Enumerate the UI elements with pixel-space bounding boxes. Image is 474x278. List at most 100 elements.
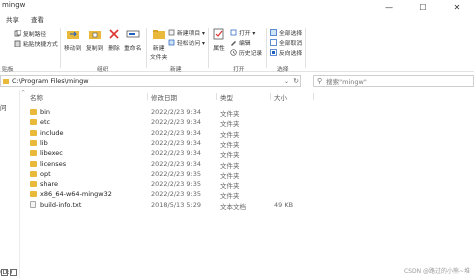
delete-icon bbox=[107, 28, 121, 40]
folder-icon bbox=[30, 119, 37, 126]
column-header-size[interactable]: 大小 bbox=[274, 92, 287, 102]
open-button[interactable]: 打开 ▾ bbox=[230, 28, 255, 37]
file-row[interactable]: lib 2022/2/23 9:34 文件夹 bbox=[21, 138, 321, 149]
file-name: share bbox=[40, 180, 59, 189]
new-folder-icon bbox=[152, 28, 166, 40]
file-type: 文本文档 bbox=[220, 202, 246, 211]
file-modified-date: 2022/2/23 9:34 bbox=[151, 108, 201, 116]
select-none-icon bbox=[270, 39, 277, 46]
column-divider[interactable] bbox=[313, 93, 314, 100]
group-label-open: 打开 bbox=[233, 67, 245, 73]
status-bar bbox=[0, 268, 474, 278]
group-label-select: 选择 bbox=[277, 67, 289, 73]
maximize-button[interactable]: ☐ bbox=[406, 0, 440, 14]
watermark-text: CSDN @路过的小熊~堆 bbox=[403, 268, 470, 275]
file-modified-date: 2022/2/23 9:35 bbox=[151, 169, 201, 178]
edit-icon bbox=[230, 39, 237, 46]
history-button[interactable]: 历史记录 bbox=[230, 48, 262, 57]
text-file-icon bbox=[30, 200, 36, 208]
properties-button[interactable]: 属性 bbox=[212, 28, 226, 52]
file-size: 49 KB bbox=[274, 200, 294, 209]
file-row[interactable]: opt 2022/2/23 9:35 文件夹 bbox=[21, 169, 321, 180]
refresh-icon[interactable]: ↻ bbox=[293, 77, 299, 85]
minimize-button[interactable]: — bbox=[372, 0, 406, 14]
column-divider[interactable] bbox=[216, 93, 217, 100]
column-header-modified[interactable]: 修改日期 bbox=[151, 92, 177, 102]
properties-icon bbox=[212, 28, 226, 40]
address-bar[interactable]: C:\Program Files\mingw ⌄ ↻ bbox=[0, 75, 301, 87]
paste-shortcut-button[interactable]: 粘贴快捷方式 bbox=[14, 39, 58, 48]
nav-item-quick-access[interactable]: 问 bbox=[0, 102, 7, 112]
copy-to-button[interactable]: 复制到 bbox=[86, 28, 103, 52]
file-name: include bbox=[40, 128, 64, 137]
file-row[interactable]: bin 2022/2/23 9:34 文件夹 bbox=[21, 107, 321, 118]
large-icons-view-icon[interactable] bbox=[10, 269, 17, 276]
ribbon-divider bbox=[208, 28, 209, 68]
column-divider[interactable] bbox=[147, 93, 148, 100]
navigation-pane: 问 (D:) bbox=[0, 90, 20, 278]
copy-to-icon bbox=[88, 28, 102, 40]
folder-icon bbox=[30, 170, 37, 177]
tab-view[interactable]: 查看 bbox=[25, 14, 50, 26]
file-row[interactable]: build-info.txt 2018/5/13 5:29 文本文档 49 KB bbox=[21, 200, 321, 211]
folder-icon bbox=[3, 78, 9, 84]
easy-access-icon bbox=[168, 39, 175, 46]
file-modified-date: 2022/2/23 9:34 bbox=[151, 118, 201, 127]
new-item-button[interactable]: 新建项目 ▾ bbox=[168, 28, 205, 37]
move-to-icon bbox=[66, 28, 80, 40]
copy-path-icon bbox=[14, 29, 22, 37]
history-icon bbox=[230, 49, 237, 56]
ribbon-divider bbox=[60, 28, 61, 68]
file-name: build-info.txt bbox=[40, 200, 82, 209]
select-none-button[interactable]: 全部取消 bbox=[270, 38, 302, 47]
tab-share[interactable]: 共享 bbox=[0, 14, 25, 26]
select-all-button[interactable]: 全部选择 bbox=[270, 28, 302, 37]
sort-caret-icon: ^ bbox=[21, 90, 26, 96]
file-name: bin bbox=[40, 108, 51, 116]
file-row[interactable]: libexec 2022/2/23 9:34 文件夹 bbox=[21, 148, 321, 159]
chevron-down-icon[interactable]: ⌄ bbox=[284, 78, 289, 85]
move-to-button[interactable]: 移动到 bbox=[64, 28, 81, 52]
column-divider[interactable] bbox=[270, 93, 271, 100]
file-modified-date: 2022/2/23 9:34 bbox=[151, 149, 201, 158]
folder-icon bbox=[30, 129, 37, 136]
rename-button[interactable]: 重命名 bbox=[124, 28, 141, 52]
copy-path-button[interactable]: 复制路径 bbox=[14, 29, 46, 38]
window-title: mingw bbox=[2, 1, 26, 9]
window-controls: — ☐ ✕ bbox=[372, 0, 474, 14]
group-label-clipboard: 贴板 bbox=[2, 67, 14, 73]
new-folder-button[interactable]: 新建 文件夹 bbox=[150, 28, 167, 61]
file-modified-date: 2022/2/23 9:35 bbox=[151, 180, 201, 189]
ribbon-divider bbox=[266, 28, 267, 68]
delete-button[interactable]: 删除 bbox=[107, 28, 121, 52]
paste-shortcut-icon bbox=[14, 40, 21, 48]
edit-button[interactable]: 编辑 bbox=[230, 38, 251, 47]
new-item-icon bbox=[168, 29, 175, 36]
file-row[interactable]: x86_64-w64-mingw32 2022/2/23 9:35 文件夹 bbox=[21, 189, 321, 200]
nav-item-label: 问 bbox=[0, 104, 7, 112]
folder-icon bbox=[30, 191, 37, 198]
column-header-type[interactable]: 类型 bbox=[220, 92, 233, 102]
file-name: licenses bbox=[40, 159, 67, 168]
easy-access-button[interactable]: 轻松访问 ▾ bbox=[168, 38, 205, 47]
file-modified-date: 2018/5/13 5:29 bbox=[151, 200, 201, 209]
invert-selection-icon bbox=[270, 49, 277, 56]
column-header-name[interactable]: 名称 bbox=[30, 92, 43, 102]
folder-icon bbox=[30, 181, 37, 188]
close-button[interactable]: ✕ bbox=[440, 0, 474, 14]
folder-icon bbox=[30, 139, 37, 146]
file-row[interactable]: share 2022/2/23 9:35 文件夹 bbox=[21, 179, 321, 190]
details-view-icon[interactable] bbox=[1, 269, 8, 276]
file-row[interactable]: licenses 2022/2/23 9:34 文件夹 bbox=[21, 159, 321, 170]
file-name: libexec bbox=[40, 149, 63, 158]
search-box[interactable]: ⚲ 搜索"mingw" bbox=[313, 75, 474, 87]
file-modified-date: 2022/2/23 9:34 bbox=[151, 159, 201, 168]
invert-selection-button[interactable]: 反向选择 bbox=[270, 48, 302, 57]
file-name: opt bbox=[40, 169, 51, 178]
file-modified-date: 2022/2/23 9:34 bbox=[151, 138, 201, 147]
file-row[interactable]: etc 2022/2/23 9:34 文件夹 bbox=[21, 117, 321, 128]
search-placeholder: 搜索"mingw" bbox=[326, 78, 367, 86]
file-row[interactable]: include 2022/2/23 9:34 文件夹 bbox=[21, 128, 321, 139]
file-list: ^ 名称 修改日期 类型 大小 bin 2022/2/23 9:34 文件夹 etc 2… bbox=[21, 90, 474, 278]
ribbon: 复制路径 粘贴快捷方式 贴板 移动到 复制到 删除 重命名 组织 新建 文件夹 … bbox=[0, 26, 474, 73]
